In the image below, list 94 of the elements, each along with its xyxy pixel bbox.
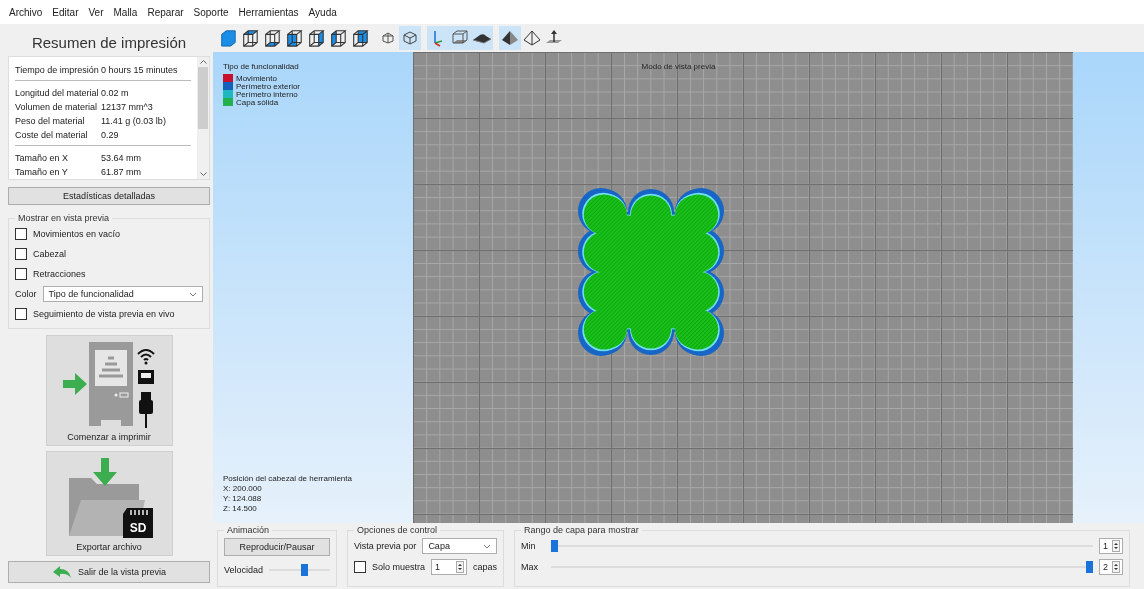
part-icon xyxy=(472,31,492,45)
layers-label: capas xyxy=(473,562,498,572)
wireframe-cube-icon xyxy=(351,28,369,48)
checkbox[interactable] xyxy=(15,268,27,280)
speed-label: Velocidad xyxy=(224,565,264,575)
chevron-down-icon xyxy=(483,543,492,549)
stat-label: Coste del material xyxy=(15,130,89,140)
slider-thumb[interactable] xyxy=(1086,561,1093,573)
legend-label: Capa sólida xyxy=(236,97,279,107)
menu-item[interactable]: Reparar xyxy=(142,6,189,18)
stat-value: 0 hours 15 minutes xyxy=(101,65,178,75)
menu-item[interactable]: Herramientas xyxy=(233,6,304,18)
legend-label: Movimiento xyxy=(236,73,277,83)
start-print-button[interactable]: Comenzar a imprimir xyxy=(45,335,173,446)
chevron-down-icon xyxy=(189,291,197,297)
scroll-down-icon xyxy=(199,172,207,176)
view-button[interactable] xyxy=(499,26,521,50)
menu-item[interactable]: Soporte xyxy=(188,6,234,18)
stat-value: 0.02 m xyxy=(101,88,129,98)
play-pause-button[interactable]: Reproducir/Pausar xyxy=(224,538,330,556)
color-select[interactable]: Tipo de funcionalidad xyxy=(42,286,203,302)
preview-by-select[interactable]: Capa xyxy=(422,538,498,554)
spin-box[interactable]: 2 xyxy=(1099,559,1123,575)
spin-box[interactable]: 1 xyxy=(431,559,468,575)
exit-preview-button[interactable]: Salir de la vista previa xyxy=(8,561,210,583)
only-show-label: Solo muestra xyxy=(372,562,426,572)
details-button[interactable]: Estadísticas detalladas xyxy=(8,187,210,205)
stat-label: Longitud del material xyxy=(15,88,100,98)
menu-item[interactable]: Ayuda xyxy=(303,6,342,18)
spin-arrows-icon xyxy=(1112,540,1120,552)
spin-arrows-icon xyxy=(1112,561,1120,573)
checkbox[interactable] xyxy=(15,228,27,240)
stat-value: 11.41 g (0.03 lb) xyxy=(101,116,166,126)
layer-slider[interactable] xyxy=(551,540,1093,552)
legend-title: Tipo de funcionalidad xyxy=(223,62,300,71)
sd-label: SD xyxy=(129,521,147,535)
wireframe-icon xyxy=(381,31,395,45)
preview-mode-label: Modo de vista previa xyxy=(641,62,716,71)
checkbox-label: Seguimiento de vista previa en vivo xyxy=(33,309,175,319)
wireframe-cube-icon xyxy=(329,28,347,48)
preview-by-label: Vista previa por xyxy=(354,541,417,551)
select-label: Color xyxy=(15,289,37,299)
view-button[interactable] xyxy=(471,26,493,50)
panel-title: Resumen de impresión xyxy=(30,33,188,53)
box-outline-icon xyxy=(451,29,469,47)
group-title: Animación xyxy=(226,525,271,535)
speed-slider[interactable] xyxy=(269,564,330,576)
spin-arrows-icon xyxy=(456,561,465,573)
wireframe-cube-icon xyxy=(241,28,259,48)
wireframe-cube-icon xyxy=(285,28,303,48)
checkbox[interactable] xyxy=(354,561,366,573)
pyramid-icon xyxy=(501,30,519,46)
tool-position-title: Posición del cabezal de herramienta xyxy=(223,474,352,483)
group-title: Mostrar en vista previa xyxy=(17,213,111,223)
checkbox-label: Movimientos en vacío xyxy=(33,229,121,239)
stat-label: Peso del material xyxy=(15,116,86,126)
coordinate-text: X: 200.000 xyxy=(223,484,263,493)
stat-label: Volumen de material xyxy=(15,102,99,112)
cube-outline-icon xyxy=(402,30,418,46)
checkbox-label: Retracciones xyxy=(33,269,86,279)
coordinate-text: Y: 124.088 xyxy=(223,494,263,503)
wireframe-cube-icon xyxy=(263,28,281,48)
menu-item[interactable]: Ver xyxy=(83,6,109,18)
stat-label: Tamaño en Y xyxy=(15,167,69,177)
checkbox[interactable] xyxy=(15,248,27,260)
scrollbar[interactable] xyxy=(197,57,209,179)
slider-label: Min xyxy=(521,541,537,551)
checkbox[interactable] xyxy=(15,308,27,320)
spin-box[interactable]: 1 xyxy=(1099,538,1123,554)
export-file-button[interactable]: SD Exportar archivo xyxy=(45,451,173,556)
back-arrow-icon xyxy=(51,566,72,578)
slider-thumb[interactable] xyxy=(551,540,559,552)
solid-cube-icon xyxy=(219,28,237,48)
pyramid-outline-icon xyxy=(523,30,541,46)
group-title: Rango de capa para mostrar xyxy=(523,525,640,535)
slider-label: Max xyxy=(521,562,540,572)
stat-value: 61.87 mm xyxy=(101,167,142,177)
menu-item[interactable]: Editar xyxy=(47,6,84,18)
stat-value: 0.29 xyxy=(101,130,119,140)
menu-item[interactable]: Archivo xyxy=(4,6,48,18)
stat-label: Tamaño en X xyxy=(15,153,70,163)
legend-label: Perímetro exterior xyxy=(236,81,301,91)
stat-value: 12137 mm^3 xyxy=(101,102,153,112)
group-title: Opciones de control xyxy=(356,525,439,535)
coordinate-text: Z: 14.500 xyxy=(223,504,258,513)
slider-thumb[interactable] xyxy=(301,564,309,576)
legend-label: Perímetro interno xyxy=(236,89,298,99)
checkbox-label: Cabezal xyxy=(33,249,67,259)
wireframe-cube-icon xyxy=(307,28,325,48)
menu-item[interactable]: Malla xyxy=(108,6,143,18)
stat-value: 53.64 mm xyxy=(101,153,142,163)
stat-label: Tiempo de impresión xyxy=(15,65,100,75)
layer-slider[interactable] xyxy=(551,561,1093,573)
scroll-up-icon xyxy=(199,60,207,64)
